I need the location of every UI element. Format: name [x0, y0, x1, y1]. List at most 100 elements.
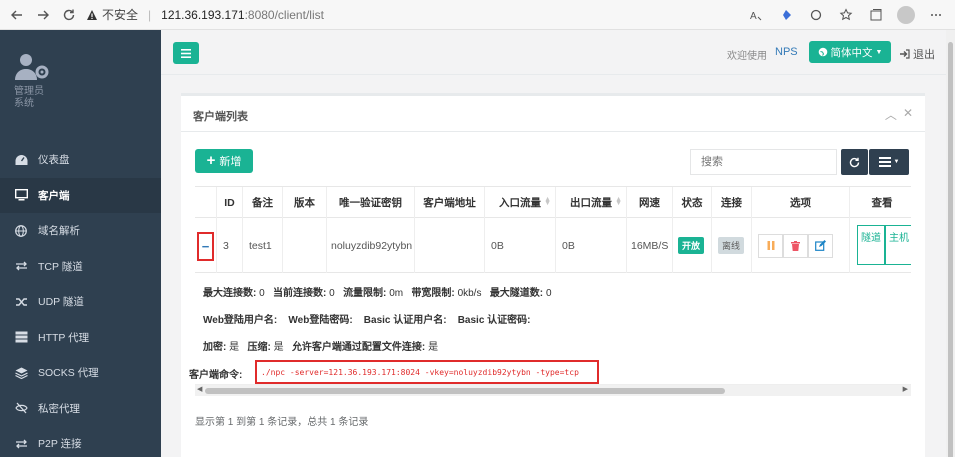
- header-id[interactable]: ID: [217, 187, 243, 218]
- sort-icon: ▲ ▼: [544, 196, 551, 207]
- header-view[interactable]: 查看: [850, 187, 911, 218]
- monitor-icon: [14, 188, 28, 202]
- sidebar-item-8[interactable]: P2P 连接: [0, 426, 161, 457]
- forward-arrow-icon[interactable]: [30, 2, 56, 28]
- header-connection[interactable]: 连接: [712, 187, 752, 218]
- browser-toolbar: 不安全 | 121.36.193.171:8080/client/list A: [0, 0, 955, 30]
- view-host-button[interactable]: 主机: [885, 225, 911, 265]
- sidebar-item-7[interactable]: 私密代理: [0, 391, 161, 427]
- client-command[interactable]: ./npc -server=121.36.193.171:8024 -vkey=…: [255, 360, 599, 384]
- back-arrow-icon[interactable]: [4, 2, 30, 28]
- profile-name: 管理员 系统: [14, 86, 161, 110]
- collections-icon[interactable]: [863, 2, 889, 28]
- collapse-panel-icon[interactable]: ︿: [885, 106, 897, 123]
- table-horizontal-scrollbar[interactable]: ◀ ▶: [195, 384, 911, 396]
- header-vkey[interactable]: 唯一验证密钥: [327, 187, 415, 218]
- sidebar-item-2[interactable]: 域名解析: [0, 213, 161, 249]
- tcp-tunnel-icon: [14, 259, 28, 273]
- edit-button[interactable]: [808, 233, 833, 258]
- max-tunnel-value: 0: [545, 288, 552, 299]
- edit-icon: [815, 240, 826, 251]
- sidebar-item-0[interactable]: 仪表盘: [0, 142, 161, 178]
- sidebar-item-1[interactable]: 客户端: [0, 177, 161, 213]
- refresh-button[interactable]: [841, 149, 868, 175]
- header-options[interactable]: 选项: [752, 187, 850, 218]
- header-in-flow[interactable]: 入口流量 ▲ ▼: [485, 187, 556, 218]
- flow-limit-value: 0m: [389, 288, 404, 299]
- cur-conn-value: 0: [329, 288, 335, 299]
- security-warning[interactable]: 不安全: [86, 6, 138, 23]
- add-label: 新增: [219, 156, 242, 168]
- cell-address: [415, 218, 485, 273]
- client-table: ID 备注 版本 唯一验证密钥 客户端地址 入口流量 ▲ ▼ 出口流量 ▲ ▼ 网速 状…: [195, 186, 911, 376]
- logout-link[interactable]: 退出: [899, 46, 935, 62]
- page-scrollbar[interactable]: [946, 30, 955, 457]
- eye-slash-icon: [14, 401, 28, 415]
- columns-toggle-button[interactable]: ▼: [869, 149, 909, 175]
- command-label: 客户端命令:: [189, 370, 243, 381]
- language-dropdown[interactable]: 简体中文 ▼: [809, 41, 891, 63]
- url-path: :8080/client/list: [244, 7, 324, 22]
- header-address[interactable]: 客户端地址: [415, 187, 485, 218]
- client-list-panel: 客户端列表 ︿ ✕ + 新增 ▼ ID 备注 版本 唯一验证密钥 客户端地址 入…: [181, 93, 925, 457]
- address-bar[interactable]: 不安全 | 121.36.193.171:8080/client/list: [86, 3, 706, 27]
- collapse-row-button[interactable]: −: [197, 232, 214, 261]
- profile-block: 管理员 系统: [0, 30, 161, 130]
- sidebar-item-6[interactable]: SOCKS 代理: [0, 355, 161, 391]
- cell-version: [283, 218, 327, 273]
- status-badge: 开放: [678, 237, 705, 254]
- sidebar-item-label: SOCKS 代理: [38, 367, 99, 380]
- web-pass-label: Web登陆密码:: [288, 315, 353, 326]
- close-panel-icon[interactable]: ✕: [903, 106, 913, 123]
- more-menu-icon[interactable]: [923, 2, 949, 28]
- read-aloud-icon[interactable]: A: [743, 2, 769, 28]
- cell-view: 隧道 主机: [850, 218, 911, 273]
- brand-link[interactable]: NPS: [775, 46, 798, 58]
- web-user-label: Web登陆用户名:: [203, 315, 278, 326]
- warning-triangle-icon: [87, 9, 97, 20]
- sidebar-item-4[interactable]: UDP 隧道: [0, 284, 161, 320]
- sort-icon: ▲ ▼: [615, 196, 622, 207]
- header-out-flow-label: 出口流量: [570, 197, 612, 209]
- pause-button[interactable]: [758, 233, 783, 258]
- view-tunnel-button[interactable]: 隧道: [857, 225, 885, 265]
- extension-icon[interactable]: [773, 2, 799, 28]
- welcome-text: 欢迎使用: [727, 51, 767, 62]
- rate-limit-value: 0kb/s: [457, 288, 482, 299]
- sidebar-item-3[interactable]: TCP 隧道: [0, 249, 161, 285]
- refresh-icon: [849, 157, 860, 167]
- header-speed[interactable]: 网速: [627, 187, 673, 218]
- rate-limit-label: 带宽限制:: [411, 288, 455, 299]
- header-out-flow[interactable]: 出口流量 ▲ ▼: [556, 187, 627, 218]
- scroll-left-icon[interactable]: ◀: [197, 385, 202, 393]
- refresh-ext-icon[interactable]: [803, 2, 829, 28]
- header-in-flow-label: 入口流量: [499, 197, 541, 209]
- header-expand: [195, 187, 217, 218]
- search-input[interactable]: [690, 149, 837, 175]
- cur-conn-label: 当前连接数:: [273, 288, 327, 299]
- panel-title: 客户端列表: [193, 111, 248, 123]
- sidebar-item-label: P2P 连接: [38, 438, 82, 451]
- sidebar-item-label: 域名解析: [38, 225, 80, 238]
- table-header: ID 备注 版本 唯一验证密钥 客户端地址 入口流量 ▲ ▼ 出口流量 ▲ ▼ 网速 状…: [195, 186, 911, 218]
- scroll-right-icon[interactable]: ▶: [903, 385, 908, 393]
- sidebar-item-5[interactable]: HTTP 代理: [0, 320, 161, 356]
- basic-user-label: Basic 认证用户名:: [363, 315, 447, 326]
- menu-toggle-button[interactable]: [173, 42, 199, 64]
- profile-avatar[interactable]: [893, 2, 919, 28]
- reload-icon[interactable]: [56, 2, 82, 28]
- profile-name-line1: 管理员: [14, 86, 44, 97]
- svg-text:A: A: [750, 11, 757, 22]
- server-icon: [14, 330, 28, 344]
- header-version[interactable]: 版本: [283, 187, 327, 218]
- sidebar-item-label: 客户端: [38, 189, 70, 202]
- header-remark[interactable]: 备注: [243, 187, 283, 218]
- add-client-button[interactable]: + 新增: [195, 149, 253, 173]
- cell-remark: test1: [243, 218, 283, 273]
- header-status[interactable]: 状态: [673, 187, 712, 218]
- trash-icon: [791, 240, 800, 251]
- favorites-icon[interactable]: [833, 2, 859, 28]
- delete-button[interactable]: [783, 233, 808, 258]
- sign-out-icon: [900, 49, 910, 59]
- language-label: 简体中文: [830, 46, 873, 59]
